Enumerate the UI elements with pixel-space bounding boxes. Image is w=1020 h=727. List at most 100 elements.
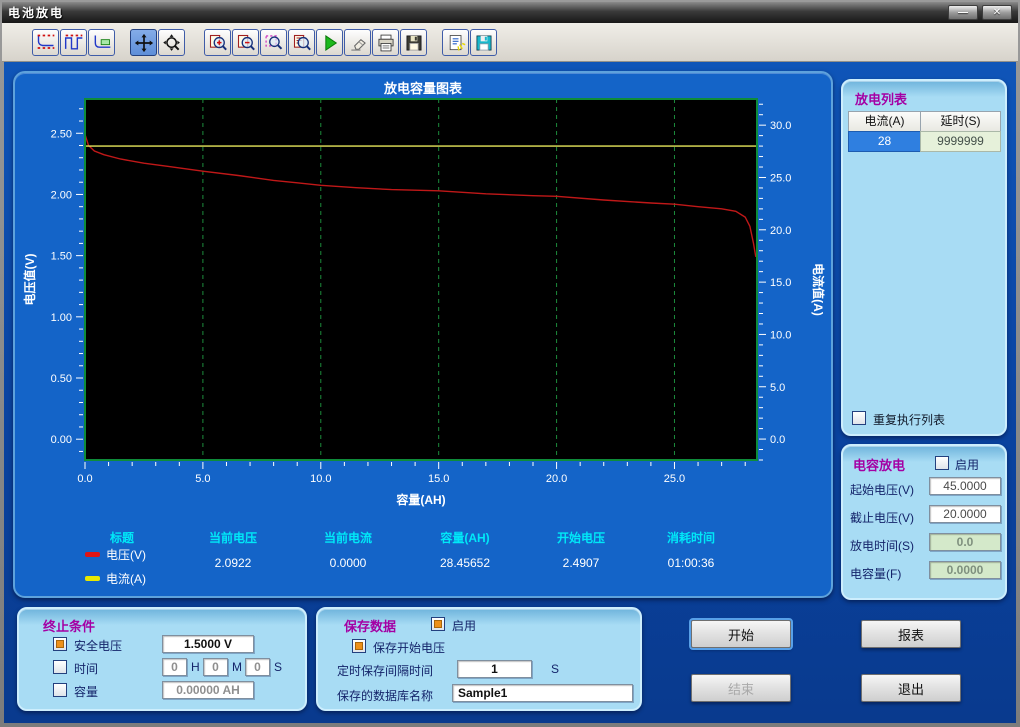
safe-voltage-input[interactable]	[162, 635, 254, 653]
time-checkbox[interactable]	[53, 660, 67, 674]
svg-text:0.50: 0.50	[51, 373, 72, 385]
toolbar-curve-style-annotate-button[interactable]	[88, 29, 115, 56]
stat-start-voltage: 开始电压 2.4907	[523, 529, 639, 570]
toolbar-zoom-window-button[interactable]	[260, 29, 287, 56]
list-cell-delay[interactable]: 9999999	[920, 131, 1001, 152]
safe-voltage-label: 安全电压	[74, 637, 122, 654]
discharge-time-label: 放电时间(S)	[850, 537, 914, 554]
time-minutes-input[interactable]	[203, 658, 228, 676]
zoom-window-icon	[264, 33, 284, 53]
toolbar-save-button[interactable]	[400, 29, 427, 56]
svg-text:25.0: 25.0	[664, 473, 685, 485]
curve-style-spline-icon	[36, 33, 56, 53]
zoom-in-icon	[208, 33, 228, 53]
db-name-label: 保存的数据库名称	[337, 687, 433, 704]
client-area: 0.05.010.015.020.025.00.000.501.001.502.…	[4, 62, 1016, 723]
save-interval-input[interactable]	[457, 660, 532, 678]
svg-text:10.0: 10.0	[770, 329, 791, 341]
zoom-out-icon	[236, 33, 256, 53]
discharge-list-panel: 放电列表 电流(A) 延时(S) 28 9999999 重复执行列表	[841, 79, 1007, 436]
toolbar-save-data-button[interactable]	[470, 29, 497, 56]
capacity-input[interactable]	[162, 681, 254, 699]
window-title: 电池放电	[8, 4, 64, 21]
save-interval-unit: S	[551, 662, 559, 676]
save-start-voltage-checkbox[interactable]	[352, 639, 366, 653]
stop-conditions-panel: 终止条件 安全电压 时间 H M S 容量	[17, 607, 307, 711]
capacity-checkbox[interactable]	[53, 683, 67, 697]
toolbar-curve-style-spline-button[interactable]	[32, 29, 59, 56]
svg-text:15.0: 15.0	[428, 473, 449, 485]
chart-title: 放电容量图表	[15, 78, 831, 97]
minimize-button[interactable]: —	[948, 5, 978, 20]
list-cell-current[interactable]: 28	[848, 131, 921, 152]
start-voltage-label: 起始电压(V)	[850, 481, 914, 498]
db-name-input[interactable]	[452, 684, 633, 702]
voltage-series-swatch	[85, 552, 100, 557]
svg-text:25.0: 25.0	[770, 172, 791, 184]
discharge-time-input[interactable]	[929, 533, 1001, 551]
save-data-icon	[474, 33, 494, 53]
stat-current-current: 当前电流 0.0000	[290, 529, 406, 570]
erase-icon	[348, 33, 368, 53]
cap-enable-checkbox[interactable]	[935, 456, 949, 470]
toolbar-print-button[interactable]	[372, 29, 399, 56]
toolbar-zoom-dynamic-button[interactable]	[158, 29, 185, 56]
discharge-chart[interactable]: 0.05.010.015.020.025.00.000.501.001.502.…	[15, 73, 831, 518]
svg-text:电压值(V): 电压值(V)	[22, 253, 37, 305]
start-voltage-input[interactable]	[929, 477, 1001, 495]
save-data-title: 保存数据	[344, 616, 396, 635]
close-button[interactable]: ✕	[982, 5, 1012, 20]
save-enable-label: 启用	[452, 617, 476, 634]
save-interval-label: 定时保存间隔时间	[337, 662, 433, 679]
toolbar-curve-style-step-button[interactable]	[60, 29, 87, 56]
app-window: 电池放电 — ✕ 0.05.010.015.020.025.00.000.501…	[0, 0, 1020, 727]
svg-text:2.50: 2.50	[51, 128, 72, 140]
cutoff-voltage-input[interactable]	[929, 505, 1001, 523]
repeat-list-label: 重复执行列表	[873, 411, 945, 428]
discharge-list-title: 放电列表	[855, 89, 907, 108]
toolbar-pan-button[interactable]	[130, 29, 157, 56]
time-label: 时间	[74, 660, 98, 677]
start-button[interactable]: 开始	[691, 620, 791, 648]
seconds-unit: S	[274, 660, 282, 674]
chart-panel: 0.05.010.015.020.025.00.000.501.001.502.…	[13, 71, 833, 598]
list-header-current[interactable]: 电流(A)	[848, 111, 921, 132]
minutes-unit: M	[232, 660, 242, 674]
curve-style-step-icon	[64, 33, 84, 53]
svg-text:容量(AH): 容量(AH)	[395, 492, 445, 507]
print-icon	[376, 33, 396, 53]
stat-current-voltage: 当前电压 2.0922	[175, 529, 291, 570]
capacitance-input[interactable]	[929, 561, 1001, 579]
legend-label-voltage: 电压(V)	[106, 546, 146, 563]
toolbar-run-button[interactable]	[316, 29, 343, 56]
capacitance-label: 电容量(F)	[850, 565, 901, 582]
legend-title: 标题	[110, 529, 134, 546]
repeat-list-checkbox[interactable]	[852, 411, 866, 425]
toolbar-erase-button[interactable]	[344, 29, 371, 56]
report-button[interactable]: 报表	[861, 620, 961, 648]
stop-button[interactable]: 结束	[691, 674, 791, 702]
legend-label-current: 电流(A)	[106, 570, 146, 587]
capacity-label: 容量	[74, 683, 98, 700]
curve-style-annotate-icon	[92, 33, 112, 53]
time-seconds-input[interactable]	[245, 658, 270, 676]
report-file-icon	[446, 33, 466, 53]
zoom-dynamic-icon	[162, 33, 182, 53]
title-bar: 电池放电 — ✕	[2, 2, 1018, 23]
toolbar-zoom-out-button[interactable]	[232, 29, 259, 56]
save-start-voltage-label: 保存开始电压	[373, 639, 445, 656]
svg-text:0.0: 0.0	[77, 473, 92, 485]
cap-discharge-panel: 电容放电 启用 起始电压(V) 截止电压(V) 放电时间(S) 电容量(F)	[841, 444, 1007, 600]
toolbar-zoom-reset-button[interactable]	[288, 29, 315, 56]
list-header-delay[interactable]: 延时(S)	[920, 111, 1001, 132]
save-enable-checkbox[interactable]	[431, 617, 445, 631]
toolbar-report-file-button[interactable]	[442, 29, 469, 56]
safe-voltage-checkbox[interactable]	[53, 637, 67, 651]
svg-text:5.0: 5.0	[195, 473, 210, 485]
zoom-reset-icon	[292, 33, 312, 53]
legend-item-voltage: 电压(V)	[85, 546, 146, 563]
current-series-swatch	[85, 576, 100, 581]
toolbar-zoom-in-button[interactable]	[204, 29, 231, 56]
exit-button[interactable]: 退出	[861, 674, 961, 702]
time-hours-input[interactable]	[162, 658, 187, 676]
